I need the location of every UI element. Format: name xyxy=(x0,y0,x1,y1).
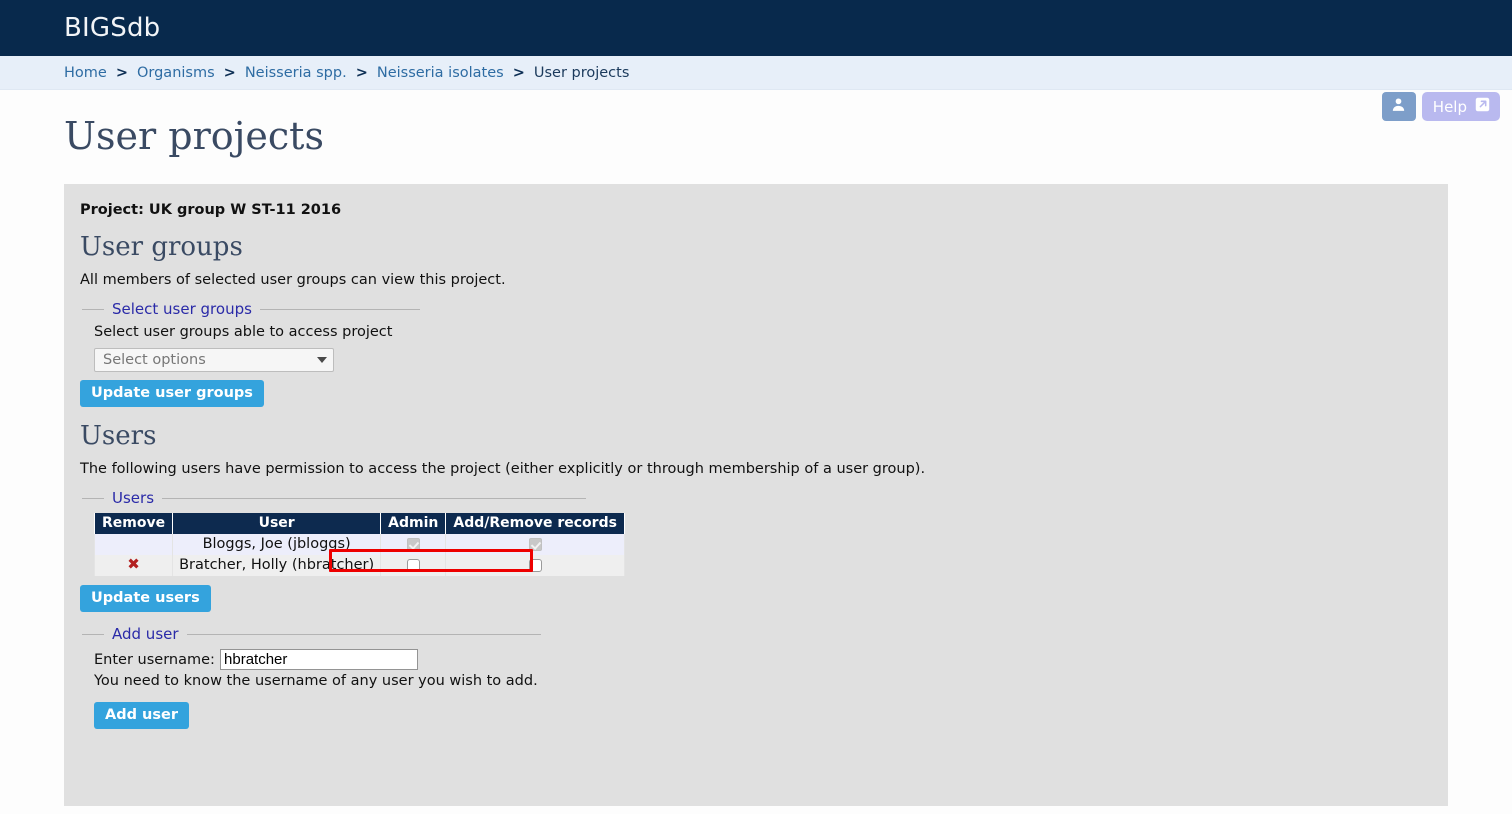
user-groups-select[interactable]: Select options xyxy=(94,348,334,372)
users-description: The following users have permission to a… xyxy=(80,461,926,477)
cell-user: Bloggs, Joe (jbloggs) xyxy=(172,534,382,555)
column-header-admin: Admin xyxy=(380,513,447,534)
cell-add-remove xyxy=(445,555,625,576)
breadcrumb-item-neisseria-spp[interactable]: Neisseria spp. xyxy=(245,65,347,81)
username-input[interactable] xyxy=(220,649,419,670)
legend-rule-left xyxy=(82,633,104,635)
breadcrumb-item-home[interactable]: Home xyxy=(64,65,107,81)
column-header-add-remove-records: Add/Remove records xyxy=(445,513,625,534)
user-groups-heading: User groups xyxy=(80,232,243,262)
username-label: Enter username: xyxy=(94,652,215,668)
site-header: BIGSdb xyxy=(0,0,1512,56)
table-row: Bloggs, Joe (jbloggs) xyxy=(93,534,625,555)
breadcrumb-item-user-projects: User projects xyxy=(533,64,630,81)
site-logo[interactable]: BIGSdb xyxy=(64,13,160,43)
admin-checkbox-disabled xyxy=(406,537,420,551)
table-row: ✖ Bratcher, Holly (hbratcher) xyxy=(93,555,625,576)
breadcrumb-item-organisms[interactable]: Organisms xyxy=(137,65,215,81)
add-remove-checkbox-disabled xyxy=(528,537,542,551)
cell-remove xyxy=(93,534,174,555)
users-legend: Users xyxy=(112,489,155,507)
page-title: User projects xyxy=(64,114,324,158)
cell-admin xyxy=(380,555,447,576)
update-users-button[interactable]: Update users xyxy=(80,585,211,612)
select-user-groups-field-label: Select user groups able to access projec… xyxy=(94,324,393,340)
breadcrumb-item-neisseria-isolates[interactable]: Neisseria isolates xyxy=(377,65,504,81)
users-table-head: Remove User Admin Add/Remove records xyxy=(93,513,625,534)
add-user-hint: You need to know the username of any use… xyxy=(94,673,538,689)
legend-rule-left xyxy=(82,497,104,499)
breadcrumb-separator: > xyxy=(355,64,368,81)
admin-checkbox[interactable] xyxy=(406,558,420,572)
cell-add-remove xyxy=(445,534,625,555)
user-icon xyxy=(1390,96,1407,117)
external-link-icon xyxy=(1474,96,1491,117)
select-user-groups-body: Select user groups able to access projec… xyxy=(80,324,1432,372)
select-user-groups-legend-row: Select user groups xyxy=(80,300,1432,318)
chevron-down-icon xyxy=(317,357,327,363)
user-account-button[interactable] xyxy=(1381,92,1416,121)
add-user-fieldset: Add user Enter username: You need to kno… xyxy=(80,625,1432,689)
add-user-legend: Add user xyxy=(112,625,179,643)
users-legend-row: Users xyxy=(80,489,1432,507)
users-fieldset-body: Remove User Admin Add/Remove records Blo… xyxy=(80,513,1432,576)
update-user-groups-button[interactable]: Update user groups xyxy=(80,380,264,407)
user-groups-description: All members of selected user groups can … xyxy=(80,272,506,288)
users-heading: Users xyxy=(80,421,157,451)
cell-admin xyxy=(380,534,447,555)
select-user-groups-legend: Select user groups xyxy=(112,300,252,318)
users-table-header-row: Remove User Admin Add/Remove records xyxy=(93,513,625,534)
cell-user: Bratcher, Holly (hbratcher) xyxy=(172,555,382,576)
users-table: Remove User Admin Add/Remove records Blo… xyxy=(93,513,625,576)
remove-user-icon[interactable]: ✖ xyxy=(127,555,140,573)
breadcrumb-separator: > xyxy=(115,64,128,81)
legend-rule-right xyxy=(259,308,420,310)
legend-rule-right xyxy=(162,497,587,499)
add-user-legend-row: Add user xyxy=(80,625,1432,643)
user-groups-select-placeholder: Select options xyxy=(103,352,206,368)
column-header-remove: Remove xyxy=(93,513,174,534)
cell-remove[interactable]: ✖ xyxy=(93,555,174,576)
add-user-body: Enter username: You need to know the use… xyxy=(80,649,1432,689)
help-button[interactable]: Help xyxy=(1421,92,1500,121)
users-table-body: Bloggs, Joe (jbloggs) ✖ Bratcher, Holly … xyxy=(93,534,625,576)
content-panel: Project: UK group W ST-11 2016 User grou… xyxy=(64,184,1448,806)
help-label: Help xyxy=(1432,97,1467,116)
add-remove-checkbox[interactable] xyxy=(528,558,542,572)
column-header-user: User xyxy=(172,513,382,534)
breadcrumb: Home > Organisms > Neisseria spp. > Neis… xyxy=(0,56,1512,90)
breadcrumb-separator: > xyxy=(223,64,236,81)
project-label: Project: UK group W ST-11 2016 xyxy=(80,202,342,218)
legend-rule-right xyxy=(186,633,541,635)
legend-rule-left xyxy=(82,308,104,310)
breadcrumb-separator: > xyxy=(512,64,525,81)
top-controls: Help xyxy=(1381,92,1500,121)
add-user-button[interactable]: Add user xyxy=(94,702,189,729)
select-user-groups-fieldset: Select user groups Select user groups ab… xyxy=(80,300,1432,372)
users-fieldset: Users Remove User Admin Add/Remove recor… xyxy=(80,489,1432,576)
